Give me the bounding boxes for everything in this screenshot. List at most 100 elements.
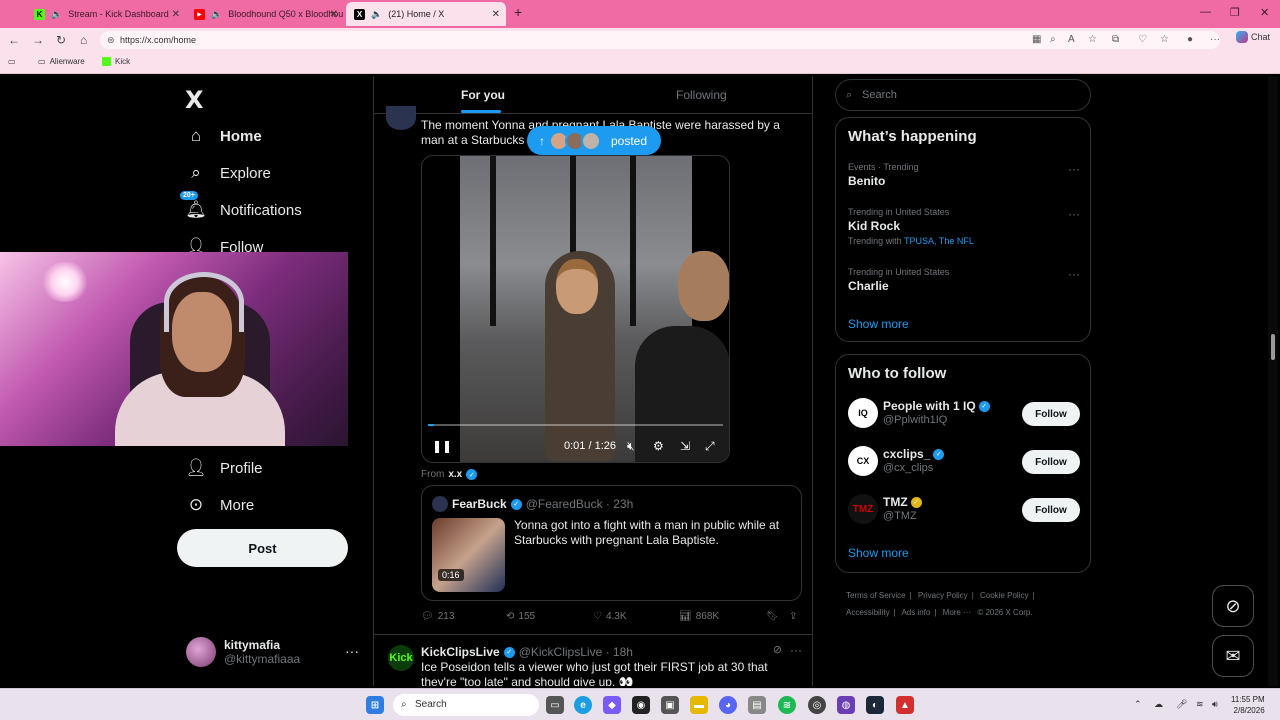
taskbar-search[interactable]: ⌕ Search xyxy=(393,694,539,716)
settings-gear-icon[interactable]: ⚙ xyxy=(653,439,664,453)
microphone-icon[interactable]: 🎤︎ xyxy=(1176,699,1187,710)
account-switcher[interactable]: kittymafia @kittymafiaaa xyxy=(186,637,300,667)
x-logo[interactable]: X xyxy=(185,86,204,114)
profile-icon[interactable]: ● xyxy=(1187,34,1193,45)
scrollbar-thumb[interactable] xyxy=(1271,334,1275,360)
refresh-icon[interactable]: ↻ xyxy=(56,33,66,47)
follow-button[interactable]: Follow xyxy=(1022,402,1080,426)
nav-item-profile[interactable]: 👤︎ Profile xyxy=(185,458,262,478)
trend-with-topics[interactable]: TPUSA, The NFL xyxy=(904,236,974,246)
show-more-link[interactable]: Show more xyxy=(848,546,909,560)
tray-chevron-icon[interactable]: ⌃ xyxy=(1134,699,1142,710)
favorite-star-icon[interactable]: ☆ xyxy=(1088,34,1097,45)
repost-button[interactable]: ⟲ 155 xyxy=(506,611,535,622)
site-info-icon[interactable]: ⊜ xyxy=(107,31,115,49)
close-icon[interactable]: ✕ xyxy=(330,9,338,20)
account-more-icon[interactable]: ··· xyxy=(345,643,359,659)
sidebar-toggle-icon[interactable]: ▭ xyxy=(8,57,16,66)
trend-more-icon[interactable]: ··· xyxy=(1068,162,1080,176)
wifi-icon[interactable]: ≋ xyxy=(1196,699,1204,710)
onedrive-icon[interactable]: ☁ xyxy=(1154,699,1163,710)
speaker-icon[interactable]: 🔈 xyxy=(371,9,382,20)
tweet[interactable]: Kick KickClipsLive ✓ @KickClipsLive · 18… xyxy=(374,634,812,686)
back-icon[interactable]: ← xyxy=(8,33,20,47)
footer-link[interactable]: More ··· xyxy=(943,608,971,617)
new-tab-button[interactable]: + xyxy=(514,4,522,20)
speaker-icon[interactable]: 🔈 xyxy=(51,9,62,20)
copilot-icon[interactable]: ◆ xyxy=(603,696,621,714)
grok-icon[interactable]: ⊘ xyxy=(773,643,782,656)
nav-item-more[interactable]: ⊙ More xyxy=(186,495,254,515)
messages-button[interactable]: ✉ xyxy=(1212,635,1254,677)
extensions-icon[interactable]: ⧉ xyxy=(1112,34,1119,45)
nav-item-notifications[interactable]: 🔔︎ 20+ Notifications xyxy=(180,191,302,220)
menu-dots-icon[interactable]: ··· xyxy=(1210,34,1220,45)
reply-button[interactable]: 💬︎ 213 xyxy=(421,611,454,622)
tweet-more-icon[interactable]: ··· xyxy=(790,643,802,657)
trend-item[interactable]: Events · Trending Benito ··· xyxy=(848,162,1080,188)
system-clock[interactable]: 11:55 PM 2/8/2026 xyxy=(1231,694,1265,716)
browser-tab-kick[interactable]: K 🔈 Stream - Kick Dashboard ✕ xyxy=(26,2,186,26)
nav-item-explore[interactable]: ⌕ Explore xyxy=(186,163,271,183)
video-player[interactable]: ❚❚ 0:01 / 1:26 🔇︎ ⚙ ⇲ ⤢ xyxy=(421,155,730,463)
split-view-icon[interactable]: ▦ xyxy=(1032,34,1041,45)
discord-icon[interactable]: ◕ xyxy=(719,696,737,714)
views-button[interactable]: 📊︎ 868K xyxy=(679,611,719,622)
restore-icon[interactable]: ❐ xyxy=(1230,6,1240,19)
speaker-icon[interactable]: 🔈 xyxy=(211,9,222,20)
like-button[interactable]: ♡ 4.3K xyxy=(593,611,627,622)
avatar[interactable]: Kick xyxy=(388,645,414,671)
author-name[interactable]: KickClipsLive xyxy=(421,645,500,659)
footer-link[interactable]: Cookie Policy xyxy=(980,591,1028,600)
close-icon[interactable]: ✕ xyxy=(492,9,500,20)
app-red-icon[interactable]: ▲ xyxy=(896,696,914,714)
file-explorer-icon[interactable]: ▬ xyxy=(690,696,708,714)
start-icon[interactable]: ⊞ xyxy=(366,696,384,714)
tab-following[interactable]: Following xyxy=(676,88,727,102)
close-icon[interactable]: ✕ xyxy=(172,9,180,20)
alienware-icon[interactable]: ◉ xyxy=(632,696,650,714)
task-view-icon[interactable]: ▭ xyxy=(546,696,564,714)
tab-for-you[interactable]: For you xyxy=(461,88,505,102)
obs-icon[interactable]: ◎ xyxy=(808,696,826,714)
tweet-avatar[interactable] xyxy=(386,106,416,130)
bookmark-icon[interactable]: 🔖︎ xyxy=(766,611,779,622)
quoted-tweet[interactable]: FearBuck ✓ @FearedBuck · 23h 0:16 Yonna … xyxy=(421,485,802,601)
pause-icon[interactable]: ❚❚ xyxy=(432,439,452,453)
browser-tab-youtube[interactable]: ▶ 🔈 Bloodhound Q50 x Bloodhou ✕ xyxy=(186,2,344,26)
footer-link[interactable]: Accessibility xyxy=(846,608,890,617)
favorites-icon[interactable]: ☆ xyxy=(1160,34,1169,45)
minimize-player-icon[interactable]: ⇲ xyxy=(680,439,690,453)
follow-button[interactable]: Follow xyxy=(1022,450,1080,474)
footer-link[interactable]: Ads info xyxy=(901,608,930,617)
trend-item[interactable]: Trending in United States Kid Rock Trend… xyxy=(848,207,1080,246)
video-progress-bar[interactable] xyxy=(428,424,723,426)
home-icon[interactable]: ⌂ xyxy=(80,33,87,47)
store-icon[interactable]: ▣ xyxy=(661,696,679,714)
browser-tab-x[interactable]: X 🔈 (21) Home / X ✕ xyxy=(346,2,506,26)
notepad-icon[interactable]: ▤ xyxy=(748,696,766,714)
copilot-chat-button[interactable]: Chat xyxy=(1236,31,1270,43)
grok-button[interactable]: ⊘ xyxy=(1212,585,1254,627)
follow-suggestion[interactable]: CX cxclips_ ✓ @cx_clips Follow xyxy=(848,446,1080,478)
post-button[interactable]: Post xyxy=(177,529,348,567)
follow-button[interactable]: Follow xyxy=(1022,498,1080,522)
show-more-link[interactable]: Show more xyxy=(848,317,909,331)
page-scrollbar[interactable] xyxy=(1268,76,1278,686)
fullscreen-icon[interactable]: ⤢ xyxy=(705,439,715,454)
trend-item[interactable]: Trending in United States Charlie ··· xyxy=(848,267,1080,293)
edge-icon[interactable]: e xyxy=(574,696,592,714)
nav-item-home[interactable]: ⌂ Home xyxy=(186,126,262,146)
volume-icon[interactable]: 🔊︎ xyxy=(1212,699,1218,710)
trend-more-icon[interactable]: ··· xyxy=(1068,207,1080,221)
browser-essentials-icon[interactable]: ♡ xyxy=(1138,34,1147,45)
minimize-icon[interactable]: — xyxy=(1200,6,1211,18)
trend-more-icon[interactable]: ··· xyxy=(1068,267,1080,281)
read-aloud-icon[interactable]: A xyxy=(1068,34,1075,45)
follow-suggestion[interactable]: TMZ TMZ ✓ @TMZ Follow xyxy=(848,494,1080,526)
spotify-icon[interactable]: ≋ xyxy=(778,696,796,714)
steam-icon[interactable]: ◐ xyxy=(866,696,884,714)
follow-suggestion[interactable]: IQ People with 1 IQ ✓ @Pplwith1IQ Follow xyxy=(848,398,1080,430)
mute-icon[interactable]: 🔇︎ xyxy=(627,439,635,454)
footer-link[interactable]: Privacy Policy xyxy=(918,591,968,600)
